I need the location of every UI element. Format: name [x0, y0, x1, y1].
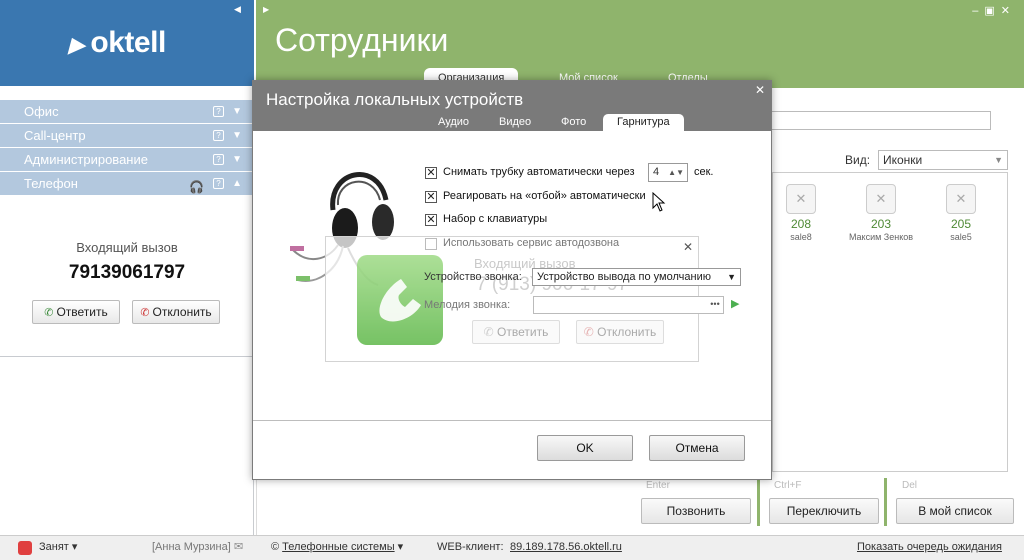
- avatar: ✕: [946, 184, 976, 214]
- auto-pickup-checkbox[interactable]: ✕: [425, 167, 437, 179]
- page-title: Сотрудники: [275, 22, 449, 58]
- mouse-cursor-icon: [652, 192, 666, 212]
- tab-photo[interactable]: Фото: [547, 114, 600, 131]
- auto-hangup-checkbox[interactable]: ✕: [425, 191, 437, 203]
- expand-right-icon[interactable]: ▶: [263, 5, 269, 14]
- show-queue-link[interactable]: Показать очередь ожидания: [857, 535, 1002, 559]
- help-icon[interactable]: ?: [213, 106, 224, 117]
- autodial-checkbox[interactable]: [425, 238, 437, 250]
- close-icon[interactable]: ✕: [683, 240, 693, 254]
- help-icon[interactable]: ?: [213, 130, 224, 141]
- employee-tile[interactable]: ✕ 203 Максим Зенков: [841, 184, 921, 242]
- preview-answer-button[interactable]: ✆ Ответить: [472, 320, 560, 344]
- auto-hangup-label: Реагировать на «отбой» автоматически: [443, 190, 646, 202]
- sidebar-item-phone[interactable]: Телефон 🎧 ? ▲: [0, 172, 254, 196]
- decline-button[interactable]: ✆ Отклонить: [132, 300, 220, 324]
- avatar: ✕: [786, 184, 816, 214]
- tab-video[interactable]: Видео: [485, 114, 545, 131]
- ok-button[interactable]: OK: [537, 435, 633, 461]
- auto-pickup-label: Снимать трубку автоматически через: [443, 166, 635, 178]
- dialog-title: Настройка локальных устройств: [266, 90, 524, 109]
- employee-tile[interactable]: ✕ 208 sale8: [761, 184, 841, 242]
- phone-hangup-icon: ✆: [583, 325, 594, 339]
- keypad-label: Набор с клавиатуры: [443, 213, 548, 225]
- incoming-call-label: Входящий вызов: [76, 240, 178, 255]
- ring-melody-input[interactable]: [533, 296, 724, 314]
- call-button[interactable]: Позвонить: [641, 498, 751, 524]
- shortcut-hint: Ctrl+F: [774, 480, 802, 491]
- auto-pickup-seconds-stepper[interactable]: 4 ▲▼: [648, 163, 688, 182]
- sidebar-nav: Офис ? ▼ Call-центр ? ▼ Администрировани…: [0, 100, 254, 196]
- ring-melody-label: Мелодия звонка:: [424, 299, 511, 311]
- help-icon[interactable]: ?: [213, 154, 224, 165]
- chevron-down-icon: ▼: [994, 155, 1003, 165]
- oktell-logo: ▶oktell: [66, 26, 166, 59]
- search-input[interactable]: [770, 111, 991, 130]
- browse-icon[interactable]: •••: [706, 296, 724, 314]
- minimize-icon[interactable]: –: [972, 5, 984, 17]
- ring-device-label: Устройство звонка:: [424, 271, 522, 283]
- chevron-down-icon: ▼: [727, 272, 736, 282]
- divider: [0, 356, 254, 357]
- ring-device-select[interactable]: Устройство вывода по умолчанию ▼: [532, 268, 741, 286]
- seconds-unit: сек.: [694, 166, 714, 178]
- view-label: Вид:: [845, 153, 871, 167]
- divider: [253, 420, 771, 421]
- autodial-label: Использовать сервис автодозвона: [443, 237, 620, 249]
- incoming-call-number: 79139061797: [68, 262, 186, 283]
- view-select[interactable]: Иконки ▼: [878, 150, 1008, 170]
- sidebar-item-admin[interactable]: Администрирование ? ▼: [0, 148, 254, 172]
- stepper-arrows-icon[interactable]: ▲▼: [668, 164, 684, 181]
- chevron-down-icon[interactable]: ▼: [232, 124, 242, 148]
- company-select[interactable]: © Телефонные системы ▾: [271, 535, 403, 559]
- sidebar-item-label: Офис: [24, 104, 59, 119]
- status-select[interactable]: Занят ▾: [39, 535, 77, 559]
- sidebar-item-label: Администрирование: [24, 152, 148, 167]
- employee-tile[interactable]: ✕ 205 sale5: [921, 184, 1001, 242]
- maximize-icon[interactable]: ▣: [984, 5, 1000, 17]
- sidebar-item-callcenter[interactable]: Call-центр ? ▼: [0, 124, 254, 148]
- current-user: [Анна Мурзина]: [152, 541, 231, 553]
- web-client-link[interactable]: 89.189.178.56.oktell.ru: [510, 535, 622, 559]
- close-icon[interactable]: ✕: [755, 83, 765, 97]
- chevron-down-icon[interactable]: ▼: [232, 100, 242, 124]
- phone-icon: ✆: [483, 325, 494, 339]
- close-icon[interactable]: ✕: [1001, 5, 1016, 17]
- web-client-label: WEB-клиент:: [437, 541, 504, 553]
- sidebar-item-label: Call-центр: [24, 128, 86, 143]
- sidebar-item-office[interactable]: Офис ? ▼: [0, 100, 254, 124]
- phone-hangup-icon: ✆: [140, 307, 150, 319]
- keypad-checkbox[interactable]: ✕: [425, 214, 437, 226]
- tab-audio[interactable]: Аудио: [424, 114, 483, 131]
- chevron-down-icon[interactable]: ▼: [232, 148, 242, 172]
- tab-headset[interactable]: Гарнитура: [603, 114, 684, 131]
- mail-icon[interactable]: ✉: [234, 535, 243, 559]
- shortcut-hint: Enter: [646, 480, 670, 491]
- headset-icon[interactable]: 🎧: [189, 175, 204, 199]
- answer-button[interactable]: ✆ Ответить: [32, 300, 120, 324]
- phone-icon: ✆: [44, 307, 54, 319]
- transfer-button[interactable]: Переключить: [769, 498, 879, 524]
- avatar: ✕: [866, 184, 896, 214]
- play-icon[interactable]: ▶: [731, 297, 739, 310]
- divider: [884, 478, 887, 526]
- help-icon[interactable]: ?: [213, 178, 224, 189]
- status-indicator-icon[interactable]: [18, 541, 32, 555]
- preview-decline-button[interactable]: ✆ Отклонить: [576, 320, 664, 344]
- divider: [757, 478, 760, 526]
- cancel-button[interactable]: Отмена: [649, 435, 745, 461]
- sidebar-item-label: Телефон: [24, 176, 78, 191]
- add-to-my-list-button[interactable]: В мой список: [896, 498, 1014, 524]
- shortcut-hint: Del: [902, 480, 918, 491]
- window-controls[interactable]: –▣✕: [972, 4, 1016, 17]
- collapse-left-icon[interactable]: ◀: [234, 4, 241, 15]
- chevron-up-icon[interactable]: ▲: [232, 172, 242, 196]
